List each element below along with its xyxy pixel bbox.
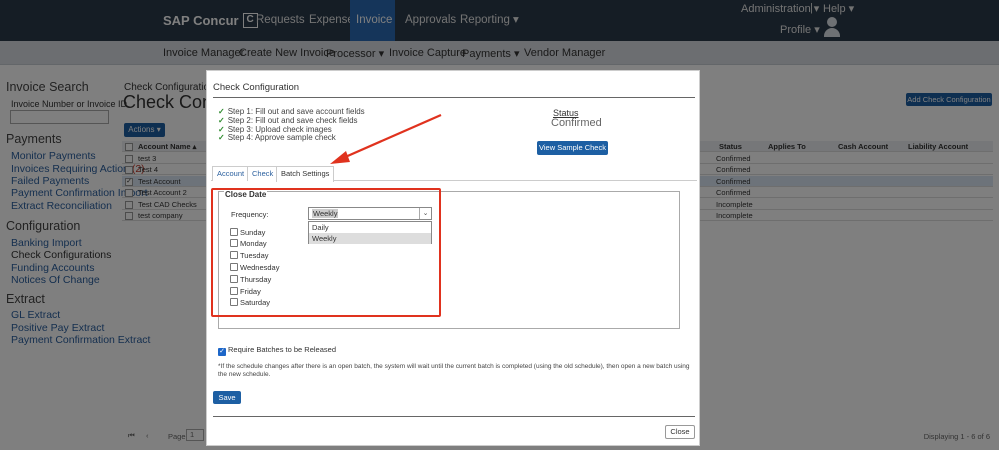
annotation-arrow-icon	[330, 113, 442, 164]
